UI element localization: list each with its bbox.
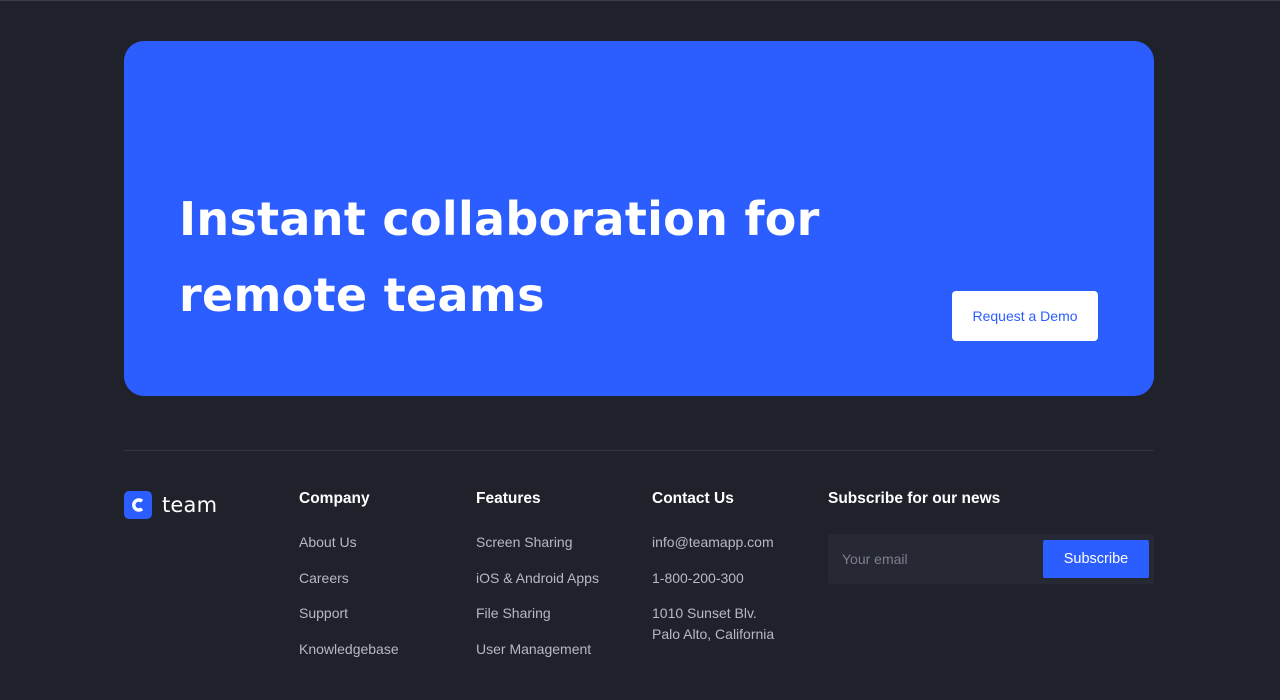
footer-column-company: Company About Us Careers Support Knowled… <box>299 489 399 657</box>
screen-sharing-link[interactable]: Screen Sharing <box>476 534 573 550</box>
footer-divider <box>124 450 1154 451</box>
footer-column-subscribe: Subscribe for our news <box>828 489 1000 509</box>
phone-link[interactable]: 1-800-200-300 <box>652 570 744 586</box>
file-sharing-link[interactable]: File Sharing <box>476 605 551 621</box>
footer-link-careers[interactable]: Careers <box>299 569 469 605</box>
features-links: Screen Sharing iOS & Android Apps File S… <box>476 533 646 675</box>
company-links: About Us Careers Support Knowledgebase <box>299 533 469 675</box>
contact-details: info@teamapp.com 1-800-200-300 1010 Suns… <box>652 533 822 644</box>
footer-link-user-management[interactable]: User Management <box>476 640 646 676</box>
knowledgebase-link[interactable]: Knowledgebase <box>299 641 399 657</box>
about-us-link[interactable]: About Us <box>299 534 357 550</box>
hero-title: Instant collaboration for remote teams <box>179 192 820 322</box>
mobile-apps-link[interactable]: iOS & Android Apps <box>476 570 599 586</box>
footer-column-contact: Contact Us info@teamapp.com 1-800-200-30… <box>652 489 774 642</box>
company-heading: Company <box>299 490 370 507</box>
request-demo-button[interactable]: Request a Demo <box>952 291 1098 341</box>
user-management-link[interactable]: User Management <box>476 641 591 657</box>
subscribe-form: Subscribe <box>828 534 1154 584</box>
address-line-2: Palo Alto, California <box>652 626 775 642</box>
brand-name: team <box>162 493 218 517</box>
contact-email[interactable]: info@teamapp.com <box>652 533 822 569</box>
support-link[interactable]: Support <box>299 605 348 621</box>
footer-link-support[interactable]: Support <box>299 604 469 640</box>
c-letter-icon <box>132 498 144 512</box>
footer-link-screen-sharing[interactable]: Screen Sharing <box>476 533 646 569</box>
features-heading: Features <box>476 490 541 507</box>
contact-phone[interactable]: 1-800-200-300 <box>652 569 822 605</box>
footer-link-about-us[interactable]: About Us <box>299 533 469 569</box>
footer-column-features: Features Screen Sharing iOS & Android Ap… <box>476 489 599 657</box>
footer-link-file-sharing[interactable]: File Sharing <box>476 604 646 640</box>
contact-address: 1010 Sunset Blv. Palo Alto, California <box>652 604 822 644</box>
subscribe-heading: Subscribe for our news <box>828 490 1001 507</box>
logo-icon <box>124 491 152 519</box>
subscribe-button[interactable]: Subscribe <box>1043 540 1149 578</box>
contact-heading: Contact Us <box>652 490 734 507</box>
hero-banner: Instant collaboration for remote teams R… <box>124 41 1154 396</box>
email-input[interactable] <box>828 534 1038 584</box>
careers-link[interactable]: Careers <box>299 570 349 586</box>
footer-link-knowledgebase[interactable]: Knowledgebase <box>299 640 469 676</box>
email-link[interactable]: info@teamapp.com <box>652 534 774 550</box>
brand-logo[interactable]: team <box>124 491 217 519</box>
footer-link-mobile-apps[interactable]: iOS & Android Apps <box>476 569 646 605</box>
address-line-1: 1010 Sunset Blv. <box>652 605 757 621</box>
